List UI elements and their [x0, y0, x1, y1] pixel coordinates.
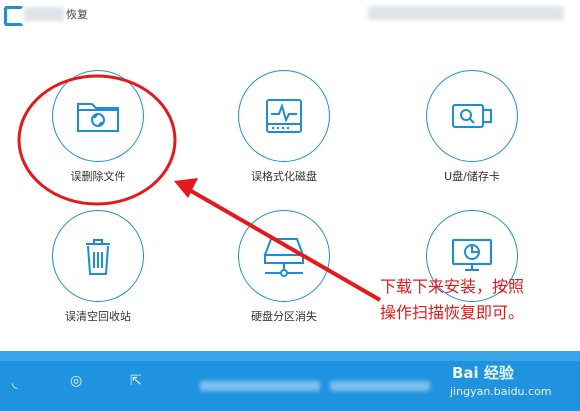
annotation-overlay [17, 74, 381, 302]
annotation-text-line2: 操作扫描恢复即可。 [380, 303, 525, 322]
annotation-circle [17, 74, 177, 206]
annotation-arrow-line [185, 186, 381, 302]
annotation-text-line1: 下载下来安装，按照 [380, 277, 525, 296]
